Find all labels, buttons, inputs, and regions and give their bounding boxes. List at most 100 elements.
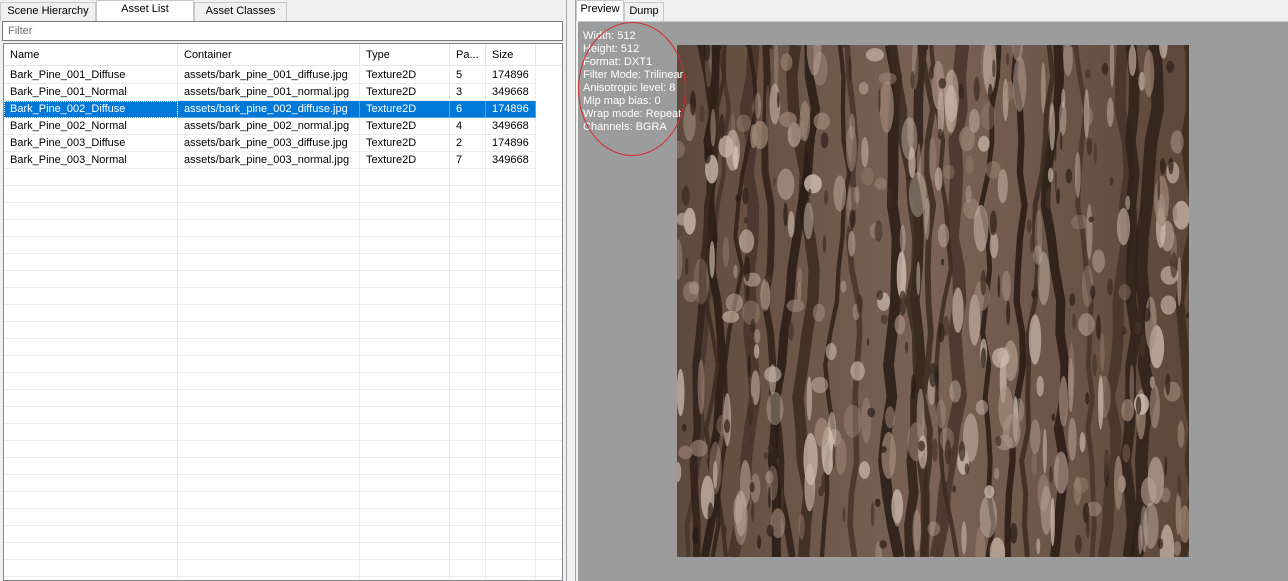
empty-cell: [450, 390, 486, 407]
bark-plate: [1114, 455, 1123, 510]
bark-fleck: [744, 256, 750, 282]
bark-plate: [812, 303, 825, 322]
table-row[interactable]: Bark_Pine_001_Diffuse assets/bark_pine_00…: [4, 67, 536, 84]
tab-preview[interactable]: Preview: [576, 0, 624, 21]
bark-plate: [1149, 384, 1160, 429]
bark-plate: [901, 117, 918, 160]
column-header-size[interactable]: Size: [486, 44, 536, 66]
empty-cell: [4, 509, 178, 526]
left-tabstrip: Scene Hierarchy Asset List Asset Classes: [0, 0, 566, 21]
bark-plate: [881, 431, 896, 479]
bark-fleck: [699, 105, 705, 122]
empty-cell: [178, 560, 360, 577]
empty-cell: [4, 407, 178, 424]
cell-type: Texture2D: [360, 84, 450, 101]
empty-cell: [536, 560, 562, 577]
bark-plate: [1004, 81, 1015, 101]
bark-fleck: [1107, 278, 1113, 296]
bark-plate: [768, 364, 777, 395]
bark-fleck: [957, 375, 960, 382]
bark-fleck: [808, 188, 812, 195]
empty-cell: [4, 441, 178, 458]
bark-fleck: [990, 210, 997, 236]
bark-plate: [916, 261, 921, 296]
empty-cell: [178, 543, 360, 560]
cell-container: assets/bark_pine_001_normal.jpg: [178, 84, 360, 101]
column-header-filler: [536, 44, 562, 66]
bark-fleck: [745, 285, 750, 301]
bark-plate: [916, 143, 921, 183]
column-header-container[interactable]: Container: [178, 44, 360, 66]
bark-fleck: [1086, 137, 1093, 156]
bark-fleck: [1103, 448, 1110, 475]
empty-row: [4, 220, 562, 237]
empty-row: [4, 288, 562, 305]
empty-row: [4, 543, 562, 560]
bark-plate: [678, 445, 693, 460]
bark-fleck: [1109, 176, 1114, 186]
empty-cell: [4, 356, 178, 373]
bark-plate: [965, 155, 974, 174]
empty-cell: [4, 424, 178, 441]
empty-cell: [486, 169, 536, 186]
empty-cell: [536, 424, 562, 441]
tab-asset-classes[interactable]: Asset Classes: [194, 2, 287, 21]
bark-plate: [843, 404, 862, 438]
bark-fleck: [867, 407, 876, 418]
empty-cell: [450, 305, 486, 322]
empty-cell: [450, 254, 486, 271]
bark-plate: [912, 509, 922, 552]
table-row[interactable]: Bark_Pine_001_Normal assets/bark_pine_001…: [4, 84, 536, 101]
bark-plate: [803, 202, 814, 240]
tab-dump[interactable]: Dump: [624, 2, 664, 21]
column-header-path-id[interactable]: Pa...: [450, 44, 486, 66]
bark-fleck: [749, 432, 753, 445]
empty-cell: [178, 458, 360, 475]
empty-cell: [360, 322, 450, 339]
bark-plate: [973, 204, 989, 252]
table-row[interactable]: Bark_Pine_002_Normal assets/bark_pine_002…: [4, 118, 536, 135]
bark-plate: [1059, 376, 1068, 427]
bark-fleck: [849, 209, 856, 229]
bark-plate: [753, 329, 761, 344]
tab-scene-hierarchy[interactable]: Scene Hierarchy: [0, 2, 96, 21]
bark-fleck: [707, 502, 714, 529]
filter-input[interactable]: [2, 21, 563, 41]
table-row[interactable]: Bark_Pine_003_Normal assets/bark_pine_003…: [4, 152, 536, 169]
empty-cell: [178, 254, 360, 271]
texture-info-wrap-mode: Wrap mode: Repeat: [583, 108, 682, 120]
empty-cell: [450, 560, 486, 577]
empty-cell: [178, 220, 360, 237]
bark-fleck: [932, 438, 938, 462]
bark-plate: [885, 406, 895, 429]
pane-splitter[interactable]: [566, 0, 576, 581]
bark-plate: [787, 211, 795, 238]
column-header-type[interactable]: Type: [360, 44, 450, 66]
empty-cell: [178, 169, 360, 186]
empty-cell: [178, 390, 360, 407]
app-window: Scene Hierarchy Asset List Asset Classes…: [0, 0, 1288, 581]
empty-cell: [486, 288, 536, 305]
preview-pane: Preview Dump Width: 512 Height: 512 Form…: [576, 0, 1288, 581]
bark-fleck: [997, 275, 1000, 299]
bark-plate: [835, 437, 847, 476]
bark-fleck: [1159, 158, 1166, 175]
bark-plate: [1129, 364, 1135, 409]
table-row[interactable]: Bark_Pine_002_Diffuse assets/bark_pine_00…: [4, 101, 536, 118]
empty-cell: [178, 577, 360, 580]
table-row[interactable]: Bark_Pine_003_Diffuse assets/bark_pine_00…: [4, 135, 536, 152]
bark-fleck: [1088, 216, 1094, 223]
bark-plate: [697, 359, 705, 415]
cell-path-id: 4: [450, 118, 486, 135]
bark-fleck: [880, 314, 888, 324]
empty-cell: [4, 288, 178, 305]
bark-fleck: [856, 294, 863, 315]
bark-fleck: [944, 439, 951, 465]
tab-asset-list[interactable]: Asset List: [96, 0, 194, 21]
bark-fleck: [767, 444, 773, 454]
bark-plate: [804, 174, 822, 194]
empty-cell: [486, 441, 536, 458]
column-header-name[interactable]: Name: [4, 44, 178, 66]
empty-cell: [4, 492, 178, 509]
empty-cell: [178, 356, 360, 373]
